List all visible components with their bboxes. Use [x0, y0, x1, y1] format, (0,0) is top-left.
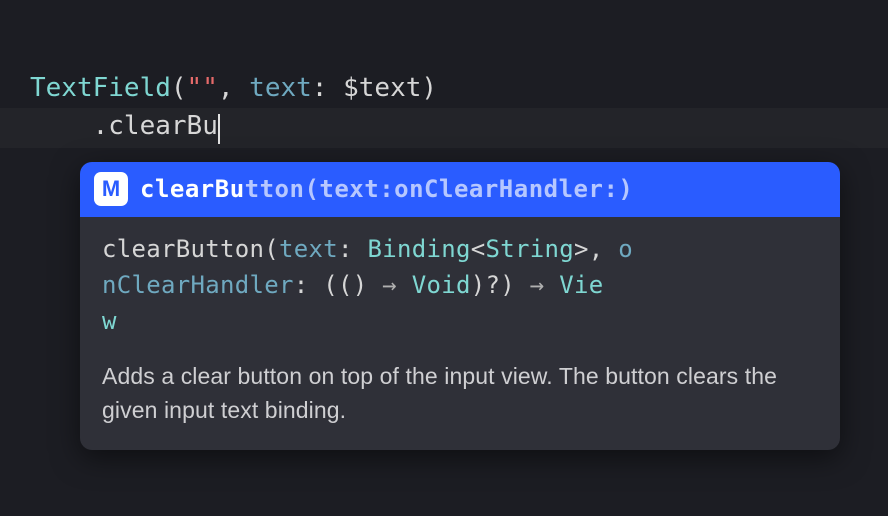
current-line-highlight [0, 108, 888, 148]
autocomplete-signature: clearButton(text: Binding<String>, o nCle… [80, 217, 840, 349]
token-binding-prefix: $ [343, 73, 359, 103]
sig-punc: < [471, 235, 486, 263]
autocomplete-match-text: clearBu [140, 175, 245, 203]
sig-punc [397, 271, 412, 299]
token-punc: ) [421, 73, 437, 103]
sig-name: clearButton [102, 235, 264, 263]
token-punc: : [312, 73, 343, 103]
sig-type: w [102, 307, 117, 335]
token-string: "" [187, 73, 218, 103]
arrow-icon: → [530, 271, 545, 299]
sig-punc: ) [500, 271, 530, 299]
autocomplete-selected-row[interactable]: M clearButton(text:onClearHandler:) [80, 162, 840, 217]
token-arg-label: text [249, 73, 312, 103]
sig-punc: : [338, 235, 368, 263]
code-editor[interactable]: TextField("", text: $text) .clearBu M cl… [0, 0, 888, 145]
autocomplete-doc: Adds a clear button on top of the input … [80, 349, 840, 450]
sig-label: text [279, 235, 338, 263]
sig-type: Vie [559, 271, 603, 299]
sig-punc: (( [323, 271, 353, 299]
sig-label: o [618, 235, 633, 263]
arrow-icon: → [382, 271, 397, 299]
sig-punc: > [574, 235, 589, 263]
sig-punc [545, 271, 560, 299]
autocomplete-popup: M clearButton(text:onClearHandler:) clea… [80, 162, 840, 450]
code-line-1[interactable]: TextField("", text: $text) [30, 70, 888, 108]
sig-punc: ) [353, 271, 383, 299]
token-variable: text [359, 73, 422, 103]
autocomplete-selected-text: clearButton(text:onClearHandler:) [140, 172, 633, 207]
token-type: TextField [30, 73, 171, 103]
method-badge-icon: M [94, 172, 128, 206]
sig-type: Void [412, 271, 471, 299]
sig-punc: , [589, 235, 619, 263]
sig-label: nClearHandler [102, 271, 294, 299]
autocomplete-rest-text: tton(text:onClearHandler:) [245, 175, 634, 203]
token-punc: ( [171, 73, 187, 103]
sig-type: String [486, 235, 575, 263]
sig-type: Binding [368, 235, 471, 263]
sig-punc: : [294, 271, 324, 299]
sig-punc: )? [471, 271, 501, 299]
token-punc: , [218, 73, 249, 103]
sig-punc: ( [264, 235, 279, 263]
